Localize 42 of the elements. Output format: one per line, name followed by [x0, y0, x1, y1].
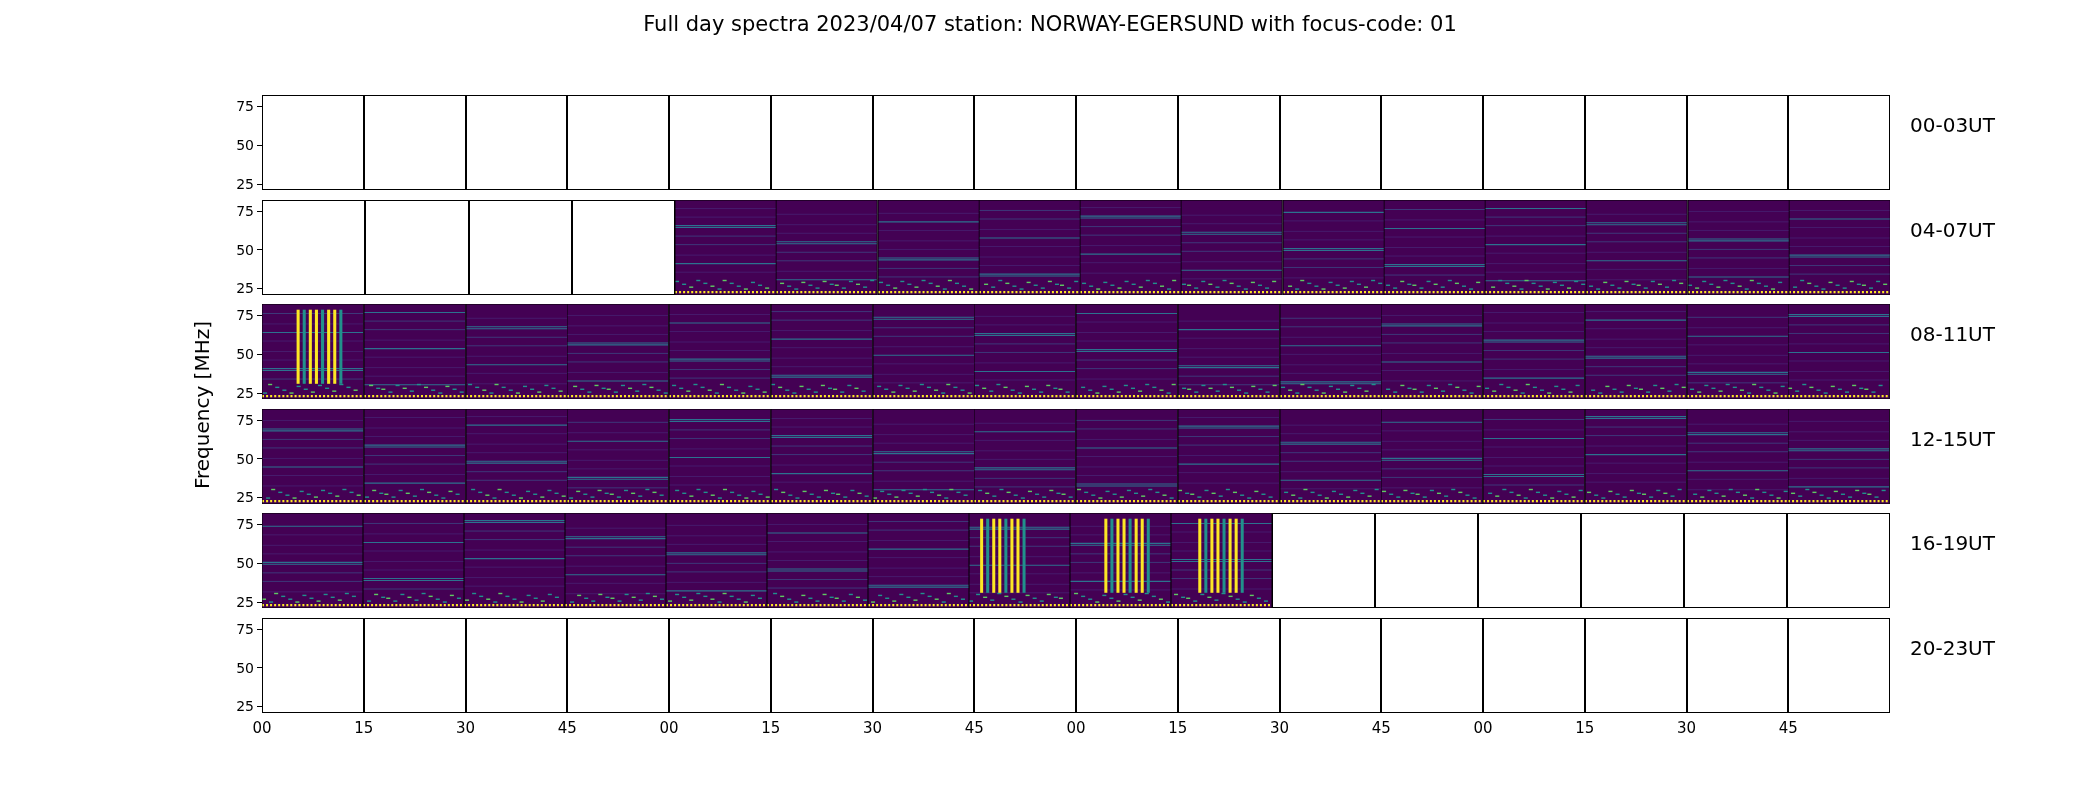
row-label: 20-23UT	[1909, 634, 1995, 662]
y-tick-label: 50	[236, 450, 254, 468]
y-tick-label: 25	[236, 176, 254, 194]
y-tick-label: 75	[236, 412, 254, 429]
y-tick-label: 75	[236, 307, 254, 325]
y-tick-label: 50	[236, 659, 254, 677]
y-tick-label: 75	[236, 203, 254, 220]
x-tick-label: 00	[1473, 719, 1493, 737]
x-tick-label: 45	[964, 719, 984, 737]
row-label: 04-07UT	[1909, 216, 1995, 244]
y-tick-label: 25	[236, 385, 254, 403]
y-tick-label: 75	[236, 621, 254, 638]
row-label: 16-19UT	[1909, 530, 1995, 557]
y-tick-label: 75	[236, 98, 254, 116]
x-tick-label: 30	[862, 719, 883, 737]
y-tick-label: 50	[236, 555, 254, 573]
y-tick-label: 75	[236, 516, 254, 534]
x-tick-label: 15	[761, 719, 781, 737]
y-axis-label: Frequency [MHz]	[190, 320, 214, 490]
x-tick-label: 45	[1778, 719, 1798, 737]
y-tick-label: 50	[236, 241, 254, 259]
x-tick-label: 45	[1371, 719, 1391, 737]
y-tick-label: 50	[236, 346, 254, 364]
x-tick-label: 30	[1676, 719, 1697, 737]
x-tick-label: 00	[1066, 719, 1086, 737]
x-tick-label: 45	[557, 719, 577, 737]
x-tick-label: 30	[455, 719, 476, 737]
x-tick-label: 30	[1269, 719, 1290, 737]
y-tick-label: 25	[236, 594, 254, 612]
x-tick-label: 15	[1575, 719, 1595, 737]
y-tick-label: 25	[236, 280, 254, 298]
x-tick-label: 00	[659, 719, 679, 737]
y-tick-label: 25	[236, 489, 254, 507]
x-tick-label: 15	[354, 719, 374, 737]
y-tick-label: 50	[236, 137, 254, 155]
x-tick-label: 15	[1168, 719, 1188, 737]
row-label: 08-11UT	[1909, 321, 1995, 348]
row-label: 00-03UT	[1909, 112, 1995, 139]
x-tick-label: 00	[252, 719, 272, 737]
figure-title: Full day spectra 2023/04/07 station: NORWAY-EGERSUND with focus-code: 01	[642, 11, 1458, 38]
row-label: 12-15UT	[1909, 425, 1995, 453]
y-tick-label: 25	[236, 698, 254, 716]
